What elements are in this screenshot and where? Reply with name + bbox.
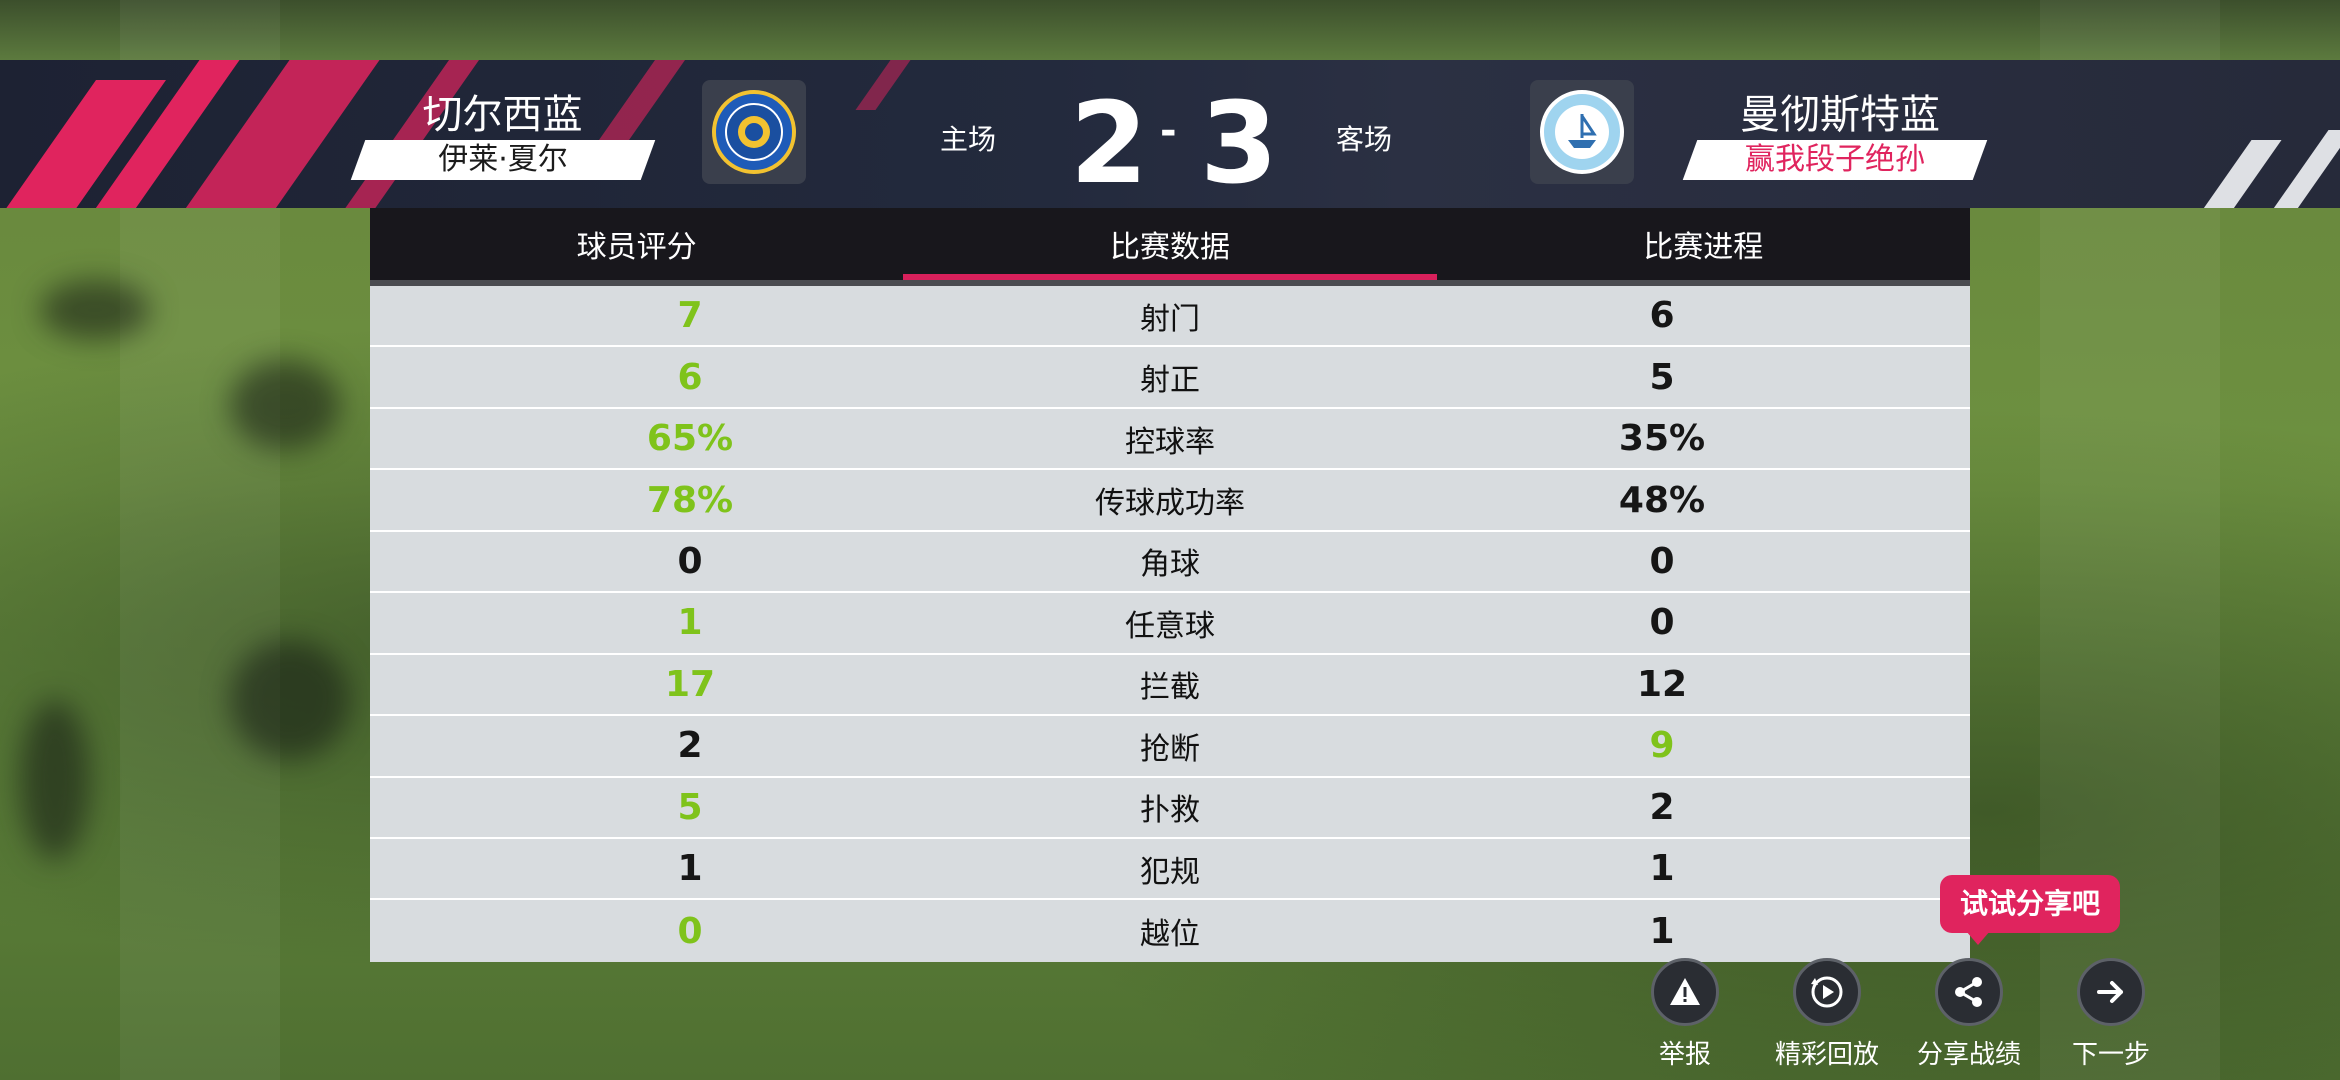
- stat-label: 角球: [1140, 547, 1200, 583]
- replay-button[interactable]: 精彩回放: [1762, 958, 1892, 1071]
- report-label: 举报: [1658, 1040, 1711, 1070]
- home-stat-value: 65%: [646, 418, 734, 460]
- top-blur-band: [0, 0, 2340, 60]
- home-stat-value: 1: [677, 848, 703, 890]
- share-icon: [1935, 958, 2003, 1026]
- home-stat-value: 78%: [646, 479, 734, 521]
- replay-label: 精彩回放: [1774, 1040, 1879, 1070]
- stat-row: 2 抢断 9: [370, 716, 1970, 778]
- home-score: 2: [1070, 79, 1148, 208]
- share-button[interactable]: 分享战绩: [1904, 958, 2034, 1071]
- away-stat-value: 6: [1649, 295, 1675, 337]
- tab-bar: 球员评分 比赛数据 比赛进程: [370, 208, 1970, 280]
- stat-label: 任意球: [1125, 608, 1215, 644]
- home-stat-value: 0: [677, 540, 703, 582]
- stat-label: 射正: [1140, 363, 1200, 399]
- stat-label: 越位: [1140, 917, 1200, 953]
- home-stat-value: 2: [677, 725, 703, 767]
- home-stat-value: 5: [677, 786, 703, 828]
- warning-icon: [1651, 958, 1719, 1026]
- away-team-name: 曼彻斯特蓝: [1740, 92, 1940, 138]
- header-decor: [2188, 140, 2282, 208]
- home-stat-value: 7: [677, 295, 703, 337]
- away-stat-value: 0: [1649, 540, 1675, 582]
- away-label: 客场: [1336, 123, 1393, 156]
- stat-row: 65% 控球率 35%: [370, 409, 1970, 471]
- home-player-tag[interactable]: 伊莱·夏尔: [350, 140, 656, 180]
- away-score: 3: [1200, 79, 1278, 208]
- blurred-player: [20, 700, 90, 860]
- home-team-name: 切尔西蓝: [422, 92, 583, 138]
- away-stat-value: 1: [1649, 848, 1675, 890]
- home-stat-value: 1: [677, 602, 703, 644]
- stat-row: 6 射正 5: [370, 347, 1970, 409]
- stat-label: 拦截: [1140, 670, 1200, 706]
- home-player-name: 伊莱·夏尔: [438, 142, 568, 177]
- tab-player-ratings[interactable]: 球员评分: [370, 208, 903, 280]
- away-stat-value: 1: [1649, 910, 1675, 952]
- share-tooltip: 试试分享吧: [1940, 875, 2120, 945]
- chelsea-crest-icon: [702, 80, 806, 184]
- home-label: 主场: [940, 123, 997, 156]
- stat-label: 控球率: [1125, 424, 1215, 460]
- stat-row: 1 犯规 1: [370, 839, 1970, 901]
- home-stat-value: 6: [677, 356, 703, 398]
- stat-label: 抢断: [1140, 731, 1200, 767]
- away-stat-value: 12: [1636, 663, 1688, 705]
- home-stat-value: 17: [664, 663, 716, 705]
- next-button[interactable]: 下一步: [2046, 958, 2176, 1071]
- manchester-crest-icon: [1530, 80, 1634, 184]
- away-player-name: 赢我段子绝孙: [1745, 142, 1925, 177]
- tab-match-stats[interactable]: 比赛数据: [903, 208, 1437, 280]
- blurred-player: [230, 640, 350, 760]
- stat-row: 1 任意球 0: [370, 593, 1970, 655]
- stat-label: 犯规: [1140, 854, 1200, 890]
- blurred-player: [230, 360, 340, 450]
- arrow-right-icon: [2077, 958, 2145, 1026]
- away-stat-value: 9: [1649, 725, 1675, 767]
- match-header: 切尔西蓝 伊莱·夏尔 主场 2 - 3 客场 曼彻斯特蓝 赢我段子绝孙: [0, 60, 2340, 208]
- away-stat-value: 2: [1649, 786, 1675, 828]
- blurred-player: [40, 280, 150, 340]
- next-label: 下一步: [2071, 1040, 2150, 1070]
- score-separator: -: [1160, 108, 1177, 154]
- stat-row: 0 角球 0: [370, 532, 1970, 594]
- away-player-tag[interactable]: 赢我段子绝孙: [1682, 140, 1988, 180]
- stat-row: 7 射门 6: [370, 286, 1970, 348]
- stat-row: 78% 传球成功率 48%: [370, 470, 1970, 532]
- report-button[interactable]: 举报: [1620, 958, 1750, 1071]
- replay-icon: [1793, 958, 1861, 1026]
- stats-table: 7 射门 6 6 射正 5 65% 控球率 35% 78% 传球成功率 48% …: [370, 286, 1970, 962]
- match-stats-panel: 球员评分 比赛数据 比赛进程 7 射门 6 6 射正 5 65% 控球率 35%…: [370, 208, 1970, 962]
- away-stat-value: 35%: [1618, 418, 1706, 460]
- stat-row: 17 拦截 12: [370, 655, 1970, 717]
- away-stat-value: 5: [1649, 356, 1675, 398]
- stat-row: 5 扑救 2: [370, 778, 1970, 839]
- away-stat-value: 0: [1649, 602, 1675, 644]
- away-stat-value: 48%: [1618, 479, 1706, 521]
- stat-label: 扑救: [1140, 793, 1200, 829]
- header-decor: [855, 60, 925, 110]
- stat-label: 传球成功率: [1095, 486, 1245, 522]
- home-stat-value: 0: [677, 910, 703, 952]
- share-label: 分享战绩: [1916, 1040, 2021, 1070]
- tab-match-timeline[interactable]: 比赛进程: [1437, 208, 1970, 280]
- stat-label: 射门: [1140, 301, 1200, 337]
- stat-row: 0 越位 1: [370, 900, 1970, 961]
